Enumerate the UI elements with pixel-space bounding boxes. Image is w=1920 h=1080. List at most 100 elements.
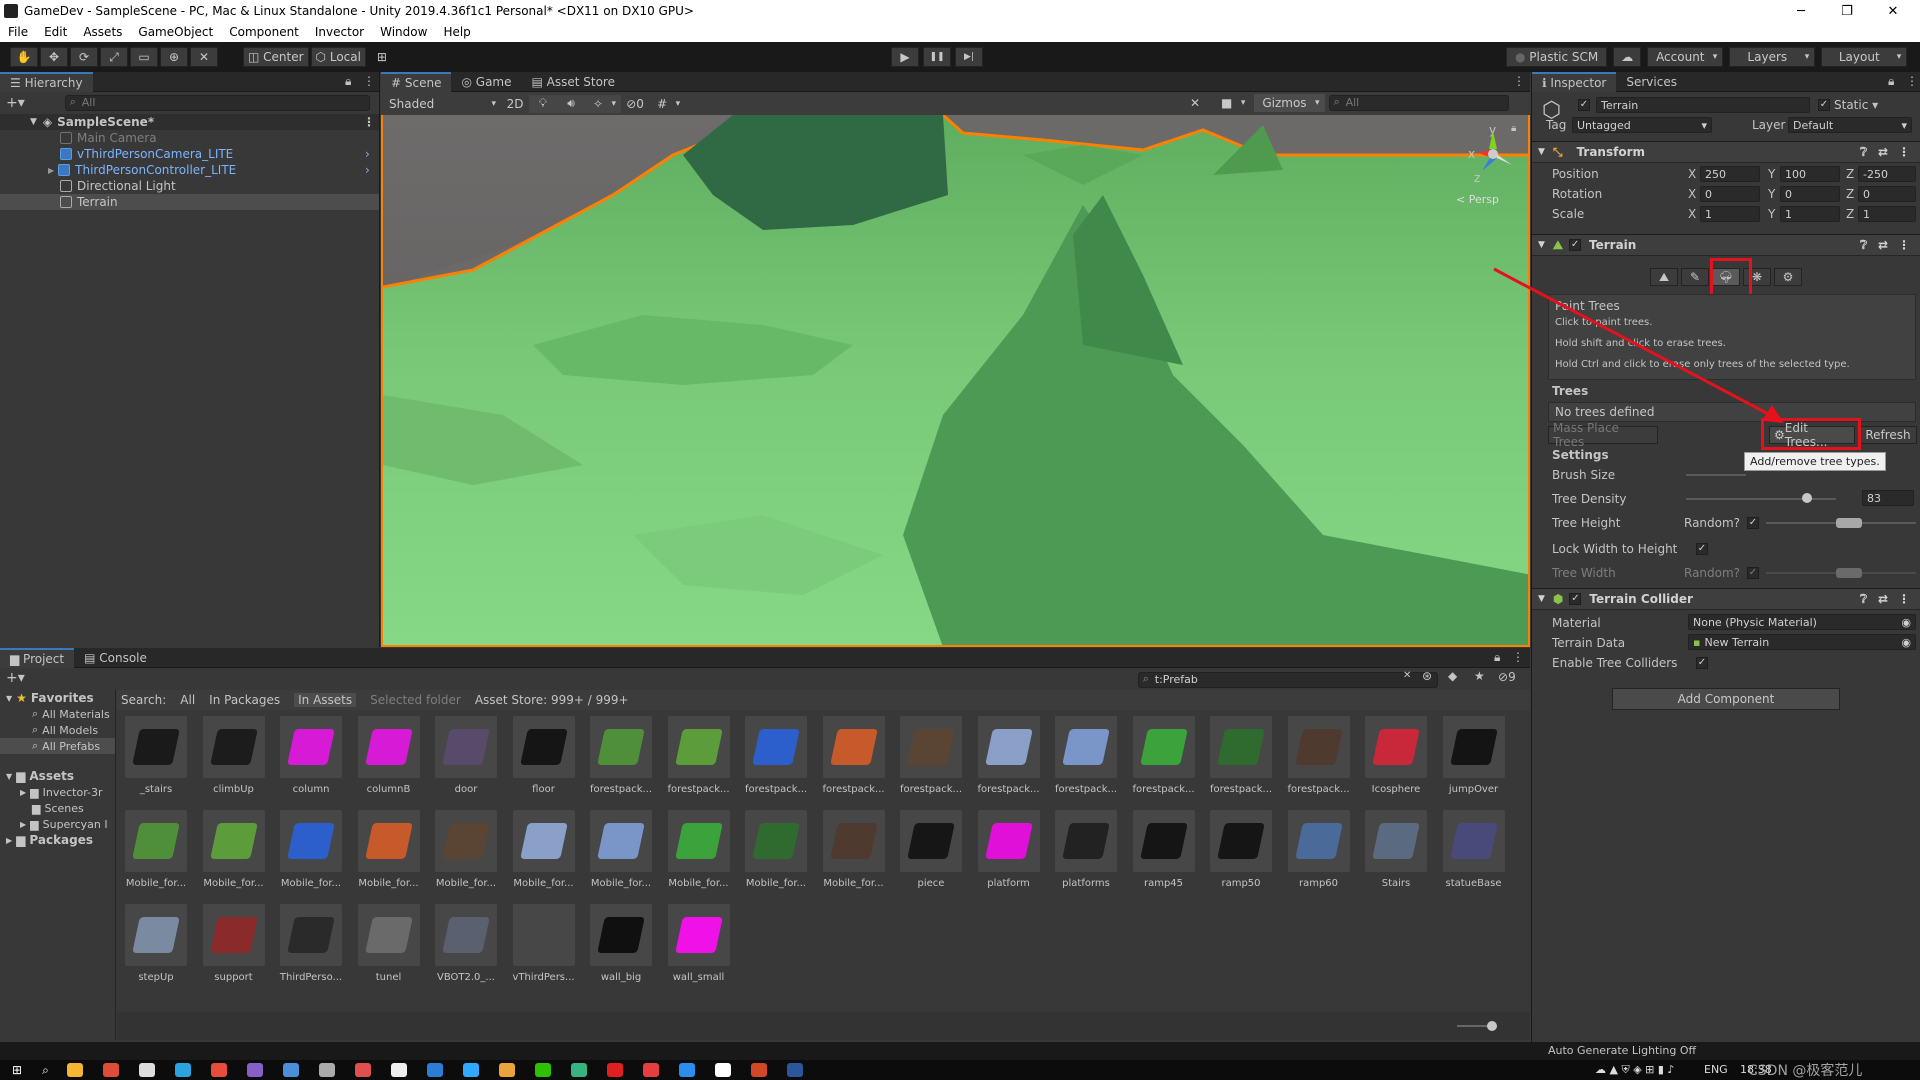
expand-arrow-icon[interactable]: ▼ (6, 694, 12, 703)
asset-tile[interactable]: Mobile_for... (118, 810, 194, 900)
hierarchy-item-third-person-camera[interactable]: vThirdPersonCamera_LITE › (0, 146, 379, 162)
help-icon[interactable]: ❔︎ (1860, 145, 1867, 160)
ime-indicator[interactable]: ENG (1704, 1063, 1728, 1076)
panel-menu-icon[interactable]: ⋮ (1906, 74, 1918, 88)
asset-tile[interactable]: door (428, 716, 504, 806)
asset-tile[interactable]: forestpack... (1203, 716, 1279, 806)
hierarchy-item-third-person-controller[interactable]: ▶ ThirdPersonController_LITE › (0, 162, 379, 178)
minimize-button[interactable]: ─ (1778, 0, 1824, 22)
asset-tile[interactable]: support (196, 904, 272, 994)
search-icon[interactable]: ⌕ (42, 1063, 49, 1078)
filter-asset-store[interactable]: Asset Store: 999+ / 999+ (475, 693, 629, 707)
wechat-icon[interactable] (534, 1063, 551, 1077)
hierarchy-search-input[interactable]: All (64, 95, 370, 111)
component-menu-icon[interactable]: ⋮ (1898, 592, 1910, 606)
tray-icons[interactable]: ☁ ▲ ⛨ ◈ ⊞ ▮ ♪ (1595, 1063, 1674, 1077)
scene-root[interactable]: ▼ ◈ SampleScene* ⋮ (0, 114, 379, 130)
gizmo-lock-icon[interactable]: 🔒︎ (1511, 123, 1516, 134)
favorite-star-icon[interactable]: ★ (1474, 669, 1485, 683)
asset-tile[interactable]: jumpOver (1436, 716, 1512, 806)
visual-studio-icon[interactable] (246, 1063, 263, 1077)
asset-tile[interactable]: Mobile_for... (738, 810, 814, 900)
lighting-icon[interactable]: 💡︎ (529, 94, 557, 113)
tree-height-range-slider[interactable] (1766, 518, 1916, 528)
tree-height-random-checkbox[interactable]: ✓ (1747, 517, 1759, 529)
slider-knob[interactable] (1802, 493, 1813, 503)
range-handle[interactable] (1836, 568, 1862, 578)
scale-x-field[interactable]: 1 (1700, 206, 1760, 222)
lighting-status[interactable]: Auto Generate Lighting Off (1548, 1044, 1696, 1057)
asset-tile[interactable]: forestpack... (661, 716, 737, 806)
app-icon[interactable] (570, 1063, 587, 1077)
asset-tile[interactable]: Mobile_for... (196, 810, 272, 900)
shading-mode-dropdown[interactable]: Shaded (381, 94, 501, 113)
menu-window[interactable]: Window (372, 25, 435, 39)
asset-tile[interactable]: statueBase (1436, 810, 1512, 900)
asset-tile[interactable]: piece (893, 810, 969, 900)
collapse-arrow-icon[interactable]: ▼ (1538, 594, 1545, 604)
preset-icon[interactable]: ⇄ (1878, 592, 1888, 606)
search-by-type-icon[interactable]: ⊛ (1422, 669, 1432, 683)
app-icon[interactable] (138, 1063, 155, 1077)
tab-hierarchy[interactable]: ☰ Hierarchy (0, 71, 93, 92)
terrain-data-field[interactable]: ▪ New Terrain ◉ (1688, 634, 1916, 650)
telegram-icon[interactable] (174, 1063, 191, 1077)
projection-label[interactable]: < Persp (1456, 193, 1499, 206)
filter-selected-folder[interactable]: Selected folder (370, 693, 461, 707)
panel-menu-icon[interactable]: ⋮ (1512, 650, 1524, 664)
asset-tile[interactable]: Mobile_for... (583, 810, 659, 900)
app-icon[interactable] (282, 1063, 299, 1077)
component-menu-icon[interactable]: ⋮ (1898, 145, 1910, 159)
static-checkbox[interactable]: ✓ (1818, 99, 1830, 111)
collapse-arrow-icon[interactable]: ▼ (1538, 147, 1545, 157)
tag-dropdown[interactable]: Untagged ▾ (1572, 117, 1712, 133)
asset-tile[interactable]: ramp50 (1203, 810, 1279, 900)
expand-arrow-icon[interactable]: ▶ (6, 836, 12, 845)
collider-enabled-checkbox[interactable]: ✓ (1569, 593, 1582, 605)
material-field[interactable]: None (Physic Material) ◉ (1688, 614, 1916, 630)
panel-menu-icon[interactable]: ⋮ (1513, 74, 1525, 88)
lock-icon[interactable]: 🔒︎ (1494, 650, 1500, 665)
scene-viewport[interactable]: y x z < Persp 🔒︎ (381, 115, 1530, 647)
tab-game[interactable]: ◎ Game (451, 72, 521, 92)
asset-tile[interactable]: Mobile_for... (816, 810, 892, 900)
hierarchy-item-directional-light[interactable]: Directional Light (0, 178, 379, 194)
expand-arrow-icon[interactable]: ▼ (30, 117, 37, 127)
pause-button[interactable]: ❚❚ (923, 47, 951, 67)
play-button[interactable]: ▶ (891, 47, 919, 67)
step-button[interactable]: ▶| (955, 47, 983, 67)
asset-tile[interactable]: Mobile_for... (273, 810, 349, 900)
audio-icon[interactable]: 🔊︎ (557, 94, 585, 113)
cloud-icon[interactable]: ☁ (1613, 47, 1642, 67)
asset-tile[interactable]: ramp45 (1126, 810, 1202, 900)
close-button[interactable]: ✕ (1870, 0, 1916, 22)
collapse-arrow-icon[interactable]: ▼ (1538, 240, 1545, 250)
menu-file[interactable]: File (0, 25, 36, 39)
component-menu-icon[interactable]: ⋮ (1898, 238, 1910, 252)
create-asset-button[interactable]: +▾ (6, 670, 25, 686)
asset-tile[interactable]: Mobile_for... (428, 810, 504, 900)
preset-icon[interactable]: ⇄ (1878, 145, 1888, 159)
object-picker-icon[interactable]: ◉ (1901, 616, 1911, 629)
asset-tile[interactable]: stepUp (118, 904, 194, 994)
terrain-enabled-checkbox[interactable]: ✓ (1569, 239, 1582, 251)
asset-tile[interactable]: platform (971, 810, 1047, 900)
menu-invector[interactable]: Invector (307, 25, 372, 39)
clear-search-icon[interactable]: ✕ (1403, 670, 1411, 681)
expand-arrow-icon[interactable]: ▶ (20, 788, 26, 797)
asset-tile[interactable]: Mobile_for... (506, 810, 582, 900)
maximize-button[interactable]: ❐ (1824, 0, 1870, 22)
asset-tile[interactable]: columnB (351, 716, 427, 806)
layer-dropdown[interactable]: Default ▾ (1788, 117, 1912, 133)
hierarchy-item-main-camera[interactable]: Main Camera (0, 130, 379, 146)
position-x-field[interactable]: 250 (1700, 166, 1760, 182)
folder-invector[interactable]: ▶ ▆ Invector-3r (0, 784, 115, 800)
refresh-button[interactable]: Refresh (1859, 426, 1917, 444)
tab-asset-store[interactable]: ▤ Asset Store (522, 72, 626, 92)
layout-dropdown[interactable]: Layout (1821, 47, 1908, 67)
rect-icon[interactable]: ▭ (130, 47, 158, 67)
asset-tile[interactable]: ThirdPerso... (273, 904, 349, 994)
hierarchy-item-terrain[interactable]: Terrain (0, 194, 379, 210)
plastic-scm-button[interactable]: ● Plastic SCM (1506, 47, 1608, 67)
asset-tile[interactable]: forestpack... (1126, 716, 1202, 806)
